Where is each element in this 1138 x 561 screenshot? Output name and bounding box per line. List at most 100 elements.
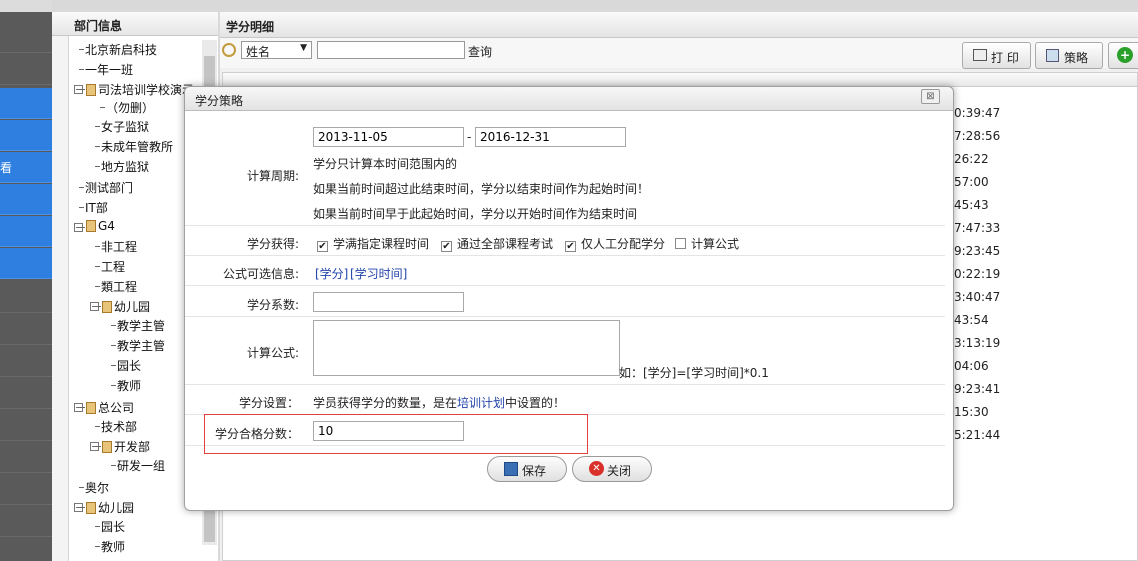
tree-node[interactable]: 地方监狱 — [94, 158, 149, 175]
nav-item[interactable] — [0, 216, 52, 247]
tree-node[interactable]: 幼儿园 — [95, 298, 150, 315]
tree-node[interactable]: 司法培训学校演示 — [79, 81, 194, 98]
tree-node[interactable]: 教学主管 — [110, 317, 165, 334]
nav-item[interactable] — [0, 22, 52, 53]
tree-node[interactable]: 开发部 — [95, 438, 150, 455]
tree-node[interactable]: 奥尔 — [78, 479, 109, 496]
token-credit-link[interactable]: [学分] — [315, 265, 348, 282]
folder-icon — [102, 301, 112, 313]
grid-cell-time: 9:23:41 — [954, 382, 1001, 396]
period-label: 计算周期: — [246, 169, 299, 183]
nav-item[interactable] — [0, 282, 52, 313]
nav-item[interactable] — [0, 346, 52, 377]
folder-icon — [86, 502, 96, 514]
tree-node[interactable]: 非工程 — [94, 238, 137, 255]
formula-info-row: 公式可选信息: [学分] [学习时间] — [185, 257, 945, 286]
tree-node-note: （勿删） — [99, 101, 155, 115]
search-icon — [222, 43, 236, 57]
add-button[interactable]: + — [1108, 42, 1138, 69]
period-note: 如果当前时间超过此结束时间，学分以结束时间作为起始时间！ — [313, 182, 650, 196]
option-formula[interactable]: 计算公式 — [675, 235, 739, 252]
strategy-icon — [1046, 49, 1059, 62]
grid-header — [223, 73, 1137, 87]
checkbox-checked-icon[interactable]: ✔ — [317, 241, 328, 252]
tree-node[interactable]: 教学主管 — [110, 337, 165, 354]
period-row: 计算周期: - 学分只计算本时间范围内的 如果当前时间超过此结束时间，学分以结束… — [185, 119, 945, 226]
grid-cell-time: 45:43 — [954, 198, 989, 212]
tree-node[interactable]: 总公司 — [79, 399, 134, 416]
folder-icon — [86, 84, 96, 96]
dropdown-arrow-icon: ▼ — [300, 43, 307, 53]
grid-cell-time: 15:30 — [954, 405, 989, 419]
grid-cell-time: 7:47:33 — [954, 221, 1001, 235]
tree-node[interactable]: 教师 — [110, 377, 141, 394]
save-icon — [504, 462, 518, 476]
acquire-row: 学分获得: ✔ 学满指定课程时间 ✔ 通过全部课程考试 ✔ 仅人工分配学分 计算公式 — [185, 227, 945, 256]
tree-node[interactable]: 教师 — [94, 538, 125, 555]
tree-node[interactable]: 北京新启科技 — [78, 41, 157, 58]
dept-panel-header: 部门信息 — [52, 12, 218, 36]
end-date-input[interactable] — [475, 127, 626, 147]
tree-node[interactable]: 女子监狱 — [94, 118, 149, 135]
grid-cell-time: 0:22:19 — [954, 267, 1001, 281]
nav-item[interactable] — [0, 378, 52, 409]
nav-item[interactable] — [0, 442, 52, 473]
pass-score-highlight-box — [204, 414, 588, 454]
dialog-close-icon[interactable]: ⊠ — [921, 89, 940, 104]
start-date-input[interactable] — [313, 127, 464, 147]
strategy-button[interactable]: 策略 — [1035, 42, 1103, 69]
nav-item-label: 看 — [0, 161, 13, 175]
tree-node[interactable]: 一年一班 — [78, 61, 133, 78]
dialog-title: 学分策略 — [195, 94, 244, 108]
grid-cell-time: 3:13:19 — [954, 336, 1001, 350]
print-button[interactable]: 打 印 — [962, 42, 1031, 69]
search-input[interactable] — [317, 41, 465, 59]
nav-item[interactable] — [0, 248, 52, 279]
save-button[interactable]: 保存 — [487, 456, 567, 482]
checkbox-unchecked-icon[interactable] — [675, 238, 686, 249]
tree-node[interactable]: 工程 — [94, 258, 125, 275]
checkbox-checked-icon[interactable]: ✔ — [441, 241, 452, 252]
tree-node[interactable]: IT部 — [79, 199, 108, 216]
tree-node[interactable]: 幼儿园 — [79, 499, 134, 516]
nav-item-view[interactable]: 看 — [0, 152, 52, 183]
nav-item[interactable] — [0, 54, 52, 85]
folder-icon — [86, 402, 96, 414]
nav-item[interactable] — [0, 184, 52, 215]
formula-textarea[interactable] — [313, 320, 620, 376]
option-full-course-time[interactable]: ✔ 学满指定课程时间 — [317, 235, 429, 252]
tree-node[interactable]: 园长 — [94, 518, 125, 535]
tree-node[interactable]: 未成年管教所 — [94, 138, 173, 155]
tree-node[interactable]: 测试部门 — [78, 179, 133, 196]
coefficient-input[interactable] — [313, 292, 464, 312]
folder-icon — [102, 441, 112, 453]
search-field-select[interactable]: 姓名 ▼ — [241, 41, 312, 59]
tree-node[interactable]: G4 — [80, 219, 115, 233]
nav-item[interactable] — [0, 120, 52, 151]
grid-cell-time: 3:40:47 — [954, 290, 1001, 304]
option-manual-only[interactable]: ✔ 仅人工分配学分 — [565, 235, 665, 252]
credit-setting-label: 学分设置： — [238, 396, 299, 410]
option-pass-all-exams[interactable]: ✔ 通过全部课程考试 — [441, 235, 553, 252]
nav-item[interactable] — [0, 88, 52, 119]
checkbox-checked-icon[interactable]: ✔ — [565, 241, 576, 252]
formula-info-label: 公式可选信息: — [222, 267, 299, 281]
formula-label: 计算公式: — [246, 346, 299, 360]
tree-node[interactable]: 园长 — [110, 357, 141, 374]
date-separator: - — [467, 130, 472, 144]
nav-item[interactable] — [0, 410, 52, 441]
grid-cell-time: 43:54 — [954, 313, 989, 327]
nav-item[interactable] — [0, 314, 52, 345]
tree-node[interactable]: 研发一组 — [110, 457, 165, 474]
coefficient-label: 学分系数: — [246, 298, 299, 312]
training-plan-link[interactable]: 培训计划 — [457, 396, 505, 410]
tree-node[interactable]: 類工程 — [94, 278, 137, 295]
left-nav: 看 — [0, 0, 52, 561]
nav-item[interactable] — [0, 506, 52, 537]
nav-item[interactable] — [0, 474, 52, 505]
tree-node[interactable]: 技术部 — [94, 418, 137, 435]
query-button[interactable]: 查询 — [468, 43, 492, 60]
grid-cell-time: 7:28:56 — [954, 129, 1001, 143]
close-button[interactable]: ✕ 关闭 — [572, 456, 652, 482]
token-study-time-link[interactable]: [学习时间] — [350, 265, 407, 282]
